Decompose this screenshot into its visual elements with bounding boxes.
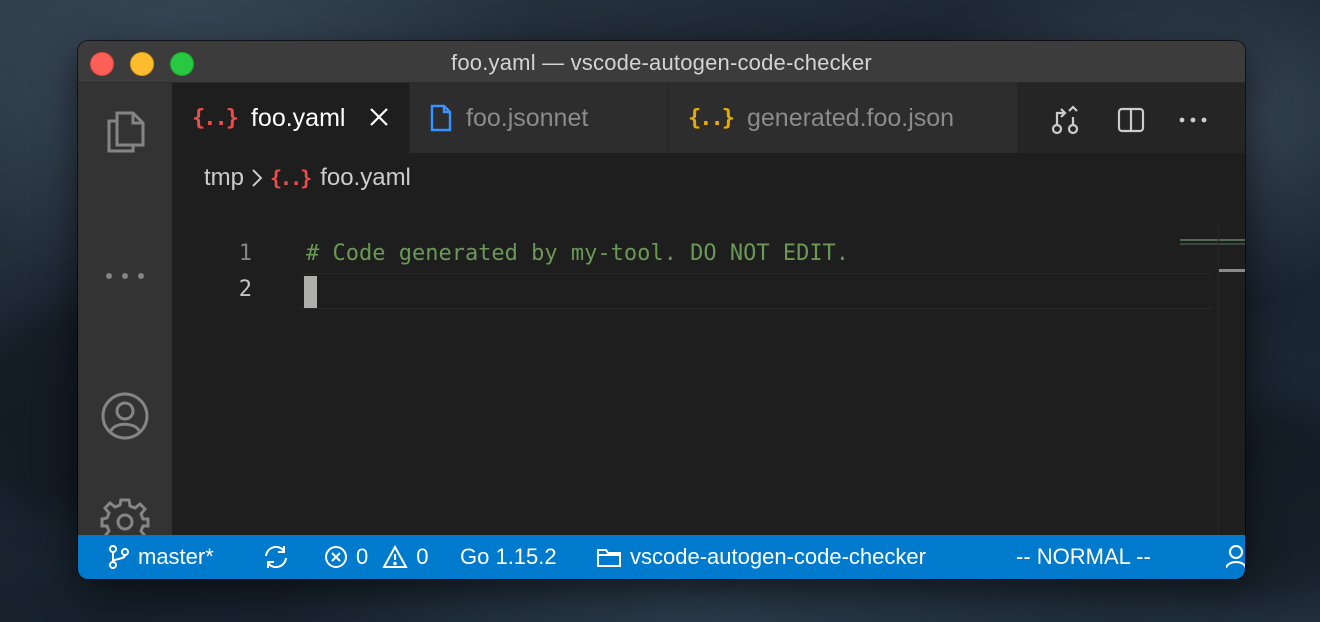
more-actions-icon[interactable] xyxy=(1178,105,1208,135)
branch-name: master* xyxy=(138,544,214,569)
error-icon xyxy=(325,546,347,568)
sync-icon xyxy=(265,545,287,569)
problems-status[interactable]: 0 0 xyxy=(324,535,429,579)
tab-bar: {..} foo.yaml foo.jsonnet {..} generated… xyxy=(172,83,1245,153)
sync-status[interactable] xyxy=(262,535,298,579)
person-icon xyxy=(1226,545,1245,569)
code-line[interactable]: 2 xyxy=(172,273,1212,309)
code-line[interactable]: 1 # Code generated by my-tool. DO NOT ED… xyxy=(172,237,1212,273)
open-changes-icon[interactable] xyxy=(1050,105,1080,135)
split-editor-icon[interactable] xyxy=(1116,105,1146,135)
account-icon[interactable] xyxy=(100,391,150,441)
json-braces-icon: {..} xyxy=(192,105,239,131)
window-title: foo.yaml — vscode-autogen-code-checker xyxy=(451,50,872,75)
breadcrumb-file[interactable]: foo.yaml xyxy=(320,164,411,192)
close-tab-icon[interactable] xyxy=(367,105,391,129)
activity-bar xyxy=(78,83,172,546)
text-cursor xyxy=(304,276,317,308)
go-version-status[interactable]: Go 1.15.2 xyxy=(460,535,557,579)
tab-label: generated.foo.json xyxy=(746,103,955,132)
tab-label: foo.jsonnet xyxy=(466,103,589,132)
tab-generated-foo-json[interactable]: {..} generated.foo.json xyxy=(668,83,1018,153)
file-icon xyxy=(430,104,452,132)
line-text: # Code generated by my-tool. DO NOT EDIT… xyxy=(306,241,850,266)
more-icon[interactable] xyxy=(100,251,150,301)
line-number: 2 xyxy=(238,277,252,302)
chevron-right-icon xyxy=(250,167,264,189)
tab-foo-jsonnet[interactable]: foo.jsonnet xyxy=(410,83,668,153)
status-bar: master* 0 0 Go 1.15.2 vscode-autogen-cod… xyxy=(78,535,1245,579)
editor[interactable]: tmp {..} foo.yaml 1 # Code generated by … xyxy=(172,153,1245,535)
json-braces-icon: {..} xyxy=(270,166,312,190)
workspace-name: vscode-autogen-code-checker xyxy=(630,544,926,569)
minimap[interactable] xyxy=(1180,239,1245,241)
vim-mode-status[interactable]: -- NORMAL -- xyxy=(1016,535,1151,579)
error-count: 0 xyxy=(356,544,369,569)
scrollbar-thumb[interactable] xyxy=(1219,269,1245,272)
vscode-window: foo.yaml — vscode-autogen-code-checker {… xyxy=(78,41,1245,579)
feedback-status[interactable] xyxy=(1226,535,1245,579)
title-bar: foo.yaml — vscode-autogen-code-checker xyxy=(78,41,1245,83)
files-icon[interactable] xyxy=(100,105,150,155)
json-braces-icon: {..} xyxy=(688,105,735,131)
git-branch-icon xyxy=(109,545,129,569)
warning-count: 0 xyxy=(416,544,429,569)
minimap[interactable] xyxy=(1180,243,1245,245)
line-number: 1 xyxy=(238,241,252,266)
tab-foo-yaml[interactable]: {..} foo.yaml xyxy=(172,83,410,153)
workspace-status[interactable]: vscode-autogen-code-checker xyxy=(596,535,926,579)
branch-status[interactable]: master* xyxy=(108,535,214,579)
tab-label: foo.yaml xyxy=(250,103,346,132)
breadcrumb-folder[interactable]: tmp xyxy=(204,164,244,192)
current-line-highlight xyxy=(300,273,1212,309)
breadcrumb: tmp {..} foo.yaml xyxy=(204,163,411,193)
warning-icon xyxy=(382,545,408,568)
folder-icon xyxy=(597,549,621,567)
